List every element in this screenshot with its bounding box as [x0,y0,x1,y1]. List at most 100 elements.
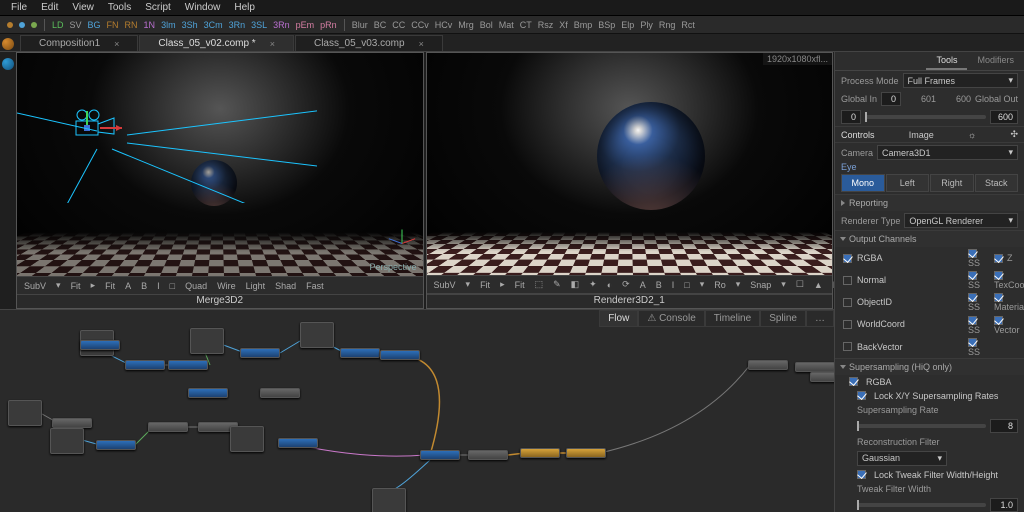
toolbar-btn-ply[interactable]: Ply [637,20,656,30]
flow-node[interactable] [188,388,228,398]
viewbar-item[interactable]: □ [167,281,178,291]
toolbar-btn-3sh[interactable]: 3Sh [179,20,201,30]
tab-tools[interactable]: Tools [926,52,967,70]
menu-tools[interactable]: Tools [101,2,138,13]
global-in-field2[interactable]: 0 [841,110,861,124]
viewbar-item[interactable]: SubV [21,281,49,291]
ss-check[interactable] [968,338,977,347]
ss-check[interactable] [968,271,977,280]
viewbar-item[interactable]: ▾ [463,279,474,290]
toolbar-btn-blur[interactable]: Blur [349,20,371,30]
toolbar-btn-rsz[interactable]: Rsz [535,20,557,30]
section-output-channels[interactable]: Output Channels [835,230,1024,247]
flow-node[interactable] [520,448,560,458]
axis-widget[interactable] [387,228,417,258]
viewbar-item[interactable]: ▸ [88,280,99,291]
toolbar-btn-3lm[interactable]: 3lm [158,20,179,30]
check-ss-rgba[interactable] [849,377,858,386]
viewbar-item[interactable]: ◐ [604,280,615,290]
menu-view[interactable]: View [65,2,101,13]
z-check[interactable] [994,293,1003,302]
viewbar-item[interactable]: B [138,281,150,291]
toolbar-btn-xf[interactable]: Xf [556,20,571,30]
z-check[interactable] [994,254,1003,263]
context-dot-orange[interactable] [2,38,14,50]
viewbar-item[interactable]: B [653,280,665,290]
viewbar-item[interactable]: ▸ [497,279,508,290]
toolbar-btn-bsp[interactable]: BSp [595,20,618,30]
toolbar-btn-rn[interactable]: RN [122,20,141,30]
flow-node[interactable] [566,448,606,458]
viewbar-item[interactable]: ▾ [697,279,708,290]
flow-canvas[interactable] [0,310,834,512]
check-lock-tweak[interactable] [857,470,866,479]
flow-node[interactable] [50,428,84,454]
global-in-field[interactable]: 0 [881,92,901,106]
toolbar-btn-bmp[interactable]: Bmp [571,20,596,30]
toolbar-btn-bg[interactable]: BG [85,20,104,30]
flow-node[interactable] [340,348,380,358]
subtab-controls[interactable]: Controls [841,130,875,140]
process-mode-dropdown[interactable]: Full Frames▾ [903,73,1018,88]
flow-node[interactable] [8,400,42,426]
flow-tab[interactable]: Flow [599,310,638,327]
viewbar-item[interactable]: Light [243,281,269,291]
channel-check[interactable] [843,276,852,285]
section-reporting[interactable]: Reporting [835,194,1024,211]
viewbar-item[interactable]: Snap [747,280,774,290]
flow-node[interactable] [420,450,460,460]
section-supersampling[interactable]: Supersampling (HiQ only) [835,358,1024,375]
toolbar-btn-rng[interactable]: Rng [656,20,679,30]
subtab-image[interactable]: Image [909,130,934,140]
toolbar-btn-fn[interactable]: FN [104,20,122,30]
subtab-script-icon[interactable]: ✣ [1010,129,1018,140]
flow-node[interactable] [372,488,406,512]
toolbar-dot[interactable] [31,22,37,28]
ss-check[interactable] [968,316,977,325]
close-icon[interactable]: × [270,39,275,49]
viewbar-item[interactable]: Fit [512,280,528,290]
viewbar-item[interactable]: ⟳ [619,279,633,290]
viewbar-item[interactable]: Fit [102,281,118,291]
ss-rate-field[interactable]: 8 [990,419,1018,433]
viewer-right-canvas[interactable]: 1920x1080xfl... [427,53,833,275]
toolbar-btn-bol[interactable]: Bol [477,20,496,30]
toolbar-btn-3sl[interactable]: 3SL [248,20,270,30]
channel-check[interactable] [843,342,852,351]
flow-node[interactable] [230,426,264,452]
toolbar-btn-prn[interactable]: pRn [317,20,340,30]
viewbar-item[interactable]: ☐ [793,279,807,290]
viewer-left-canvas[interactable]: Perspective [17,53,423,276]
viewbar-item[interactable]: ✦ [586,279,600,290]
toolbar-btn-hcv[interactable]: HCv [432,20,456,30]
channel-check[interactable] [843,298,852,307]
toolbar-btn-bc[interactable]: BC [371,20,390,30]
toolbar-btn-3cm[interactable]: 3Cm [201,20,226,30]
toolbar-btn-3rn[interactable]: 3Rn [226,20,249,30]
flow-node[interactable] [795,362,834,372]
menu-script[interactable]: Script [138,2,178,13]
flow-node[interactable] [125,360,165,370]
viewbar-item[interactable]: Fit [68,281,84,291]
viewbar-item[interactable]: Ro [711,280,729,290]
viewbar-item[interactable]: ◧ [568,279,583,290]
eye-stack[interactable]: Stack [975,174,1019,192]
flow-node[interactable] [80,340,120,350]
close-icon[interactable]: × [419,39,424,49]
camera-dropdown[interactable]: Camera3D1▾ [877,145,1018,160]
toolbar-btn-cc[interactable]: CC [389,20,408,30]
toolbar-dot[interactable] [19,22,25,28]
close-icon[interactable]: × [114,39,119,49]
eye-mono[interactable]: Mono [841,174,885,192]
viewbar-item[interactable]: I [669,280,678,290]
flow-node[interactable] [380,350,420,360]
toolbar-btn-mat[interactable]: Mat [496,20,517,30]
flow-node[interactable] [810,372,834,382]
flow-tab[interactable]: … [806,310,834,327]
viewbar-item[interactable]: ▲ [811,280,826,290]
eye-left[interactable]: Left [886,174,930,192]
toolbar-btn-mrg[interactable]: Mrg [455,20,477,30]
flow-node[interactable] [300,322,334,348]
flow-node[interactable] [278,438,318,448]
ss-check[interactable] [968,293,977,302]
